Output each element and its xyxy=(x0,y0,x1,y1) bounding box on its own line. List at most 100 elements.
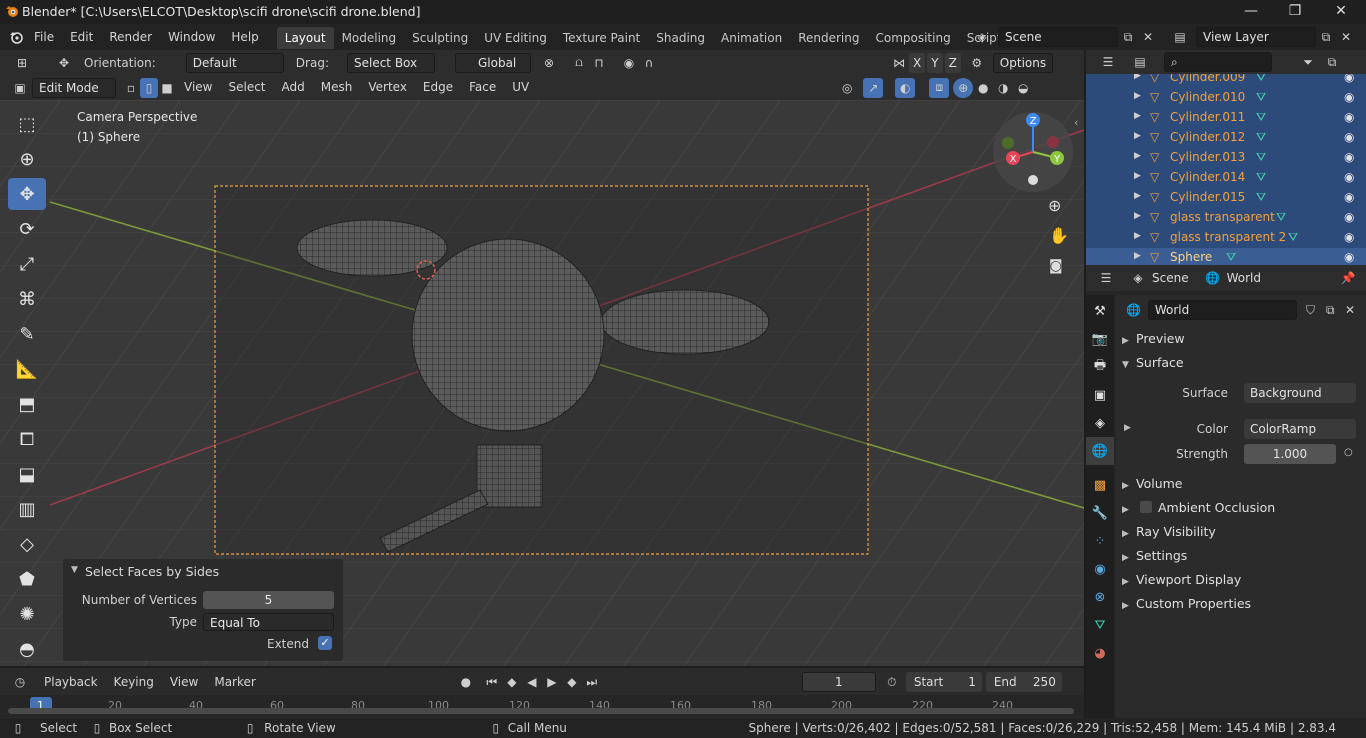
expand-arrow-icon[interactable]: ▶ xyxy=(1134,151,1141,161)
tab-modeling[interactable]: Modeling xyxy=(334,27,405,49)
section-preview[interactable]: ▶ Preview xyxy=(1122,331,1185,351)
annotate-tool-icon[interactable]: ✎ xyxy=(8,318,46,350)
world-tab-icon[interactable]: 🌐 xyxy=(1086,437,1114,465)
visibility-eye-icon[interactable]: ◉ xyxy=(1344,190,1354,204)
view-layer-field[interactable]: View Layer xyxy=(1196,27,1316,47)
poly-build-tool-icon[interactable]: ⬟ xyxy=(8,563,46,595)
menu-playback[interactable]: Playback xyxy=(36,670,106,694)
scale-tool-icon[interactable]: ⤢ xyxy=(8,248,46,280)
strength-socket-icon[interactable]: ○ xyxy=(1344,447,1353,458)
view-layer-copy-icon[interactable]: ⧉ xyxy=(1316,27,1336,47)
mirror-icon[interactable]: ⋈ xyxy=(889,53,909,73)
visibility-eye-icon[interactable]: ◉ xyxy=(1344,250,1354,264)
expand-arrow-icon[interactable]: ▶ xyxy=(1134,111,1141,121)
menu-select[interactable]: Select xyxy=(220,75,273,100)
overlays-toggle-icon[interactable]: ◐ xyxy=(895,77,916,98)
expand-arrow-icon[interactable]: ▶ xyxy=(1134,211,1141,221)
surface-shader-field[interactable]: Background xyxy=(1244,383,1356,403)
mirror-y-toggle[interactable]: Y xyxy=(927,52,943,73)
tab-compositing[interactable]: Compositing xyxy=(867,27,958,49)
blender-menu-icon[interactable] xyxy=(6,27,26,47)
outliner-row[interactable]: ▶ ▽ Cylinder.014 ⛛ ◉ xyxy=(1086,168,1366,188)
world-duplicate-icon[interactable]: ⧉ xyxy=(1320,300,1340,320)
scene-field[interactable]: Scene xyxy=(998,27,1118,47)
menu-view[interactable]: View xyxy=(176,75,220,100)
move-tool-button-icon[interactable]: ✥ xyxy=(8,178,46,210)
timeline-scrollbar[interactable] xyxy=(8,708,1074,714)
close-button[interactable]: ✕ xyxy=(1318,0,1364,24)
view-layer-tab-icon[interactable]: ▣ xyxy=(1086,381,1114,409)
snap-icon[interactable]: ⩍ xyxy=(569,53,589,73)
outliner-row[interactable]: ▶ ▽ Cylinder.013 ⛛ ◉ xyxy=(1086,148,1366,168)
loop-cut-tool-icon[interactable]: ▥ xyxy=(8,493,46,525)
outliner-row[interactable]: ▶ ▽ Cylinder.011 ⛛ ◉ xyxy=(1086,108,1366,128)
object-tab-icon[interactable]: ▩ xyxy=(1086,471,1114,499)
filter-icon[interactable]: ⏷ xyxy=(1298,52,1318,72)
section-settings[interactable]: ▶ Settings xyxy=(1122,548,1187,568)
options-dropdown[interactable]: Options xyxy=(992,52,1053,73)
move-tool-icon[interactable]: ✥ xyxy=(54,53,74,73)
menu-render[interactable]: Render xyxy=(101,24,160,50)
visibility-eye-icon[interactable]: ◉ xyxy=(1344,130,1354,144)
start-frame-field[interactable]: Start 1 xyxy=(905,672,982,692)
gizmo-toggle-icon[interactable]: ↗ xyxy=(863,77,884,98)
editor-type-icon[interactable]: ⊞ xyxy=(12,53,32,73)
outliner-row[interactable]: ▶ ▽ Cylinder.009 ⛛ ◉ xyxy=(1086,74,1366,88)
expand-arrow-icon[interactable]: ▶ xyxy=(1134,131,1141,141)
menu-timeline-view[interactable]: View xyxy=(162,670,206,694)
tab-layout[interactable]: Layout xyxy=(276,27,334,49)
sidebar-toggle-icon[interactable]: ‹ xyxy=(1074,116,1078,129)
visibility-eye-icon[interactable]: ◉ xyxy=(1344,210,1354,224)
proportional-edit-icon[interactable]: ◉ xyxy=(619,53,639,73)
tool-settings-icon[interactable]: ⚙ xyxy=(967,53,987,73)
select-box-tool-icon[interactable]: ⬚ xyxy=(8,108,46,140)
cursor-tool-icon[interactable]: ⊕ xyxy=(8,143,46,175)
scene-icon[interactable]: ◈ xyxy=(972,27,992,47)
world-browse-icon[interactable]: 🌐 xyxy=(1124,300,1144,320)
menu-help[interactable]: Help xyxy=(223,24,266,50)
expand-arrow-icon[interactable]: ▶ xyxy=(1134,171,1141,181)
color-input-field[interactable]: ColorRamp xyxy=(1244,419,1356,439)
measure-tool-icon[interactable]: 📐 xyxy=(8,353,46,385)
section-surface[interactable]: ▼ Surface xyxy=(1122,355,1184,375)
section-volume[interactable]: ▶ Volume xyxy=(1122,476,1183,496)
tab-shading[interactable]: Shading xyxy=(648,27,713,49)
orientation-dropdown[interactable]: Default xyxy=(185,52,284,73)
scene-remove-icon[interactable]: ✕ xyxy=(1138,27,1158,47)
color-expand-icon[interactable]: ▶ xyxy=(1124,423,1131,433)
mirror-z-toggle[interactable]: Z xyxy=(944,52,961,73)
maximize-button[interactable]: ❐ xyxy=(1272,0,1318,24)
wireframe-shading-icon[interactable]: ⊕ xyxy=(953,77,974,98)
spin-tool-icon[interactable]: ✺ xyxy=(8,598,46,630)
ambient-occlusion-checkbox[interactable] xyxy=(1139,501,1152,513)
menu-add[interactable]: Add xyxy=(274,75,313,100)
outliner-row[interactable]: ▶ ▽ Cylinder.015 ⛛ ◉ xyxy=(1086,188,1366,208)
inset-tool-icon[interactable]: ⧠ xyxy=(8,423,46,455)
bevel-tool-icon[interactable]: ⬓ xyxy=(8,458,46,490)
end-frame-field[interactable]: End 250 xyxy=(985,672,1062,692)
drag-dropdown[interactable]: Select Box xyxy=(346,52,435,73)
properties-editor-type-icon[interactable]: ☰ xyxy=(1096,268,1116,288)
pin-icon[interactable]: 📌 xyxy=(1338,268,1358,288)
jump-start-icon[interactable]: ⏮ xyxy=(482,672,502,692)
expand-arrow-icon[interactable]: ▶ xyxy=(1134,231,1141,241)
menu-uv[interactable]: UV xyxy=(504,75,537,100)
xray-toggle-icon[interactable]: ⧈ xyxy=(929,77,950,98)
visibility-eye-icon[interactable]: ◉ xyxy=(1344,170,1354,184)
rotate-tool-icon[interactable]: ⟳ xyxy=(8,213,46,245)
display-mode-icon[interactable]: ▤ xyxy=(1130,52,1150,72)
stopwatch-icon[interactable]: ⏱ xyxy=(882,672,902,692)
play-reverse-icon[interactable]: ◀ xyxy=(522,672,542,692)
scene-copy-icon[interactable]: ⧉ xyxy=(1118,27,1138,47)
timeline-ruler[interactable]: 1 20 40 60 80 100 120 140 160 180 200 22… xyxy=(0,695,1084,717)
play-icon[interactable]: ▶ xyxy=(542,672,562,692)
tab-texture-paint[interactable]: Texture Paint xyxy=(555,27,648,49)
visibility-eye-icon[interactable]: ◉ xyxy=(1344,230,1354,244)
outliner-row[interactable]: ▶ ▽ Cylinder.012 ⛛ ◉ xyxy=(1086,128,1366,148)
minimize-button[interactable]: — xyxy=(1228,0,1274,24)
outliner-row[interactable]: ▶ ▽ glass transparent ⛛ ◉ xyxy=(1086,208,1366,228)
menu-marker[interactable]: Marker xyxy=(206,670,263,694)
outliner-row[interactable]: ▶ ▽ Sphere ⛛ ◉ xyxy=(1086,248,1366,265)
outliner-editor-type-icon[interactable]: ☰ xyxy=(1098,52,1118,72)
section-custom-properties[interactable]: ▶ Custom Properties xyxy=(1122,596,1251,616)
